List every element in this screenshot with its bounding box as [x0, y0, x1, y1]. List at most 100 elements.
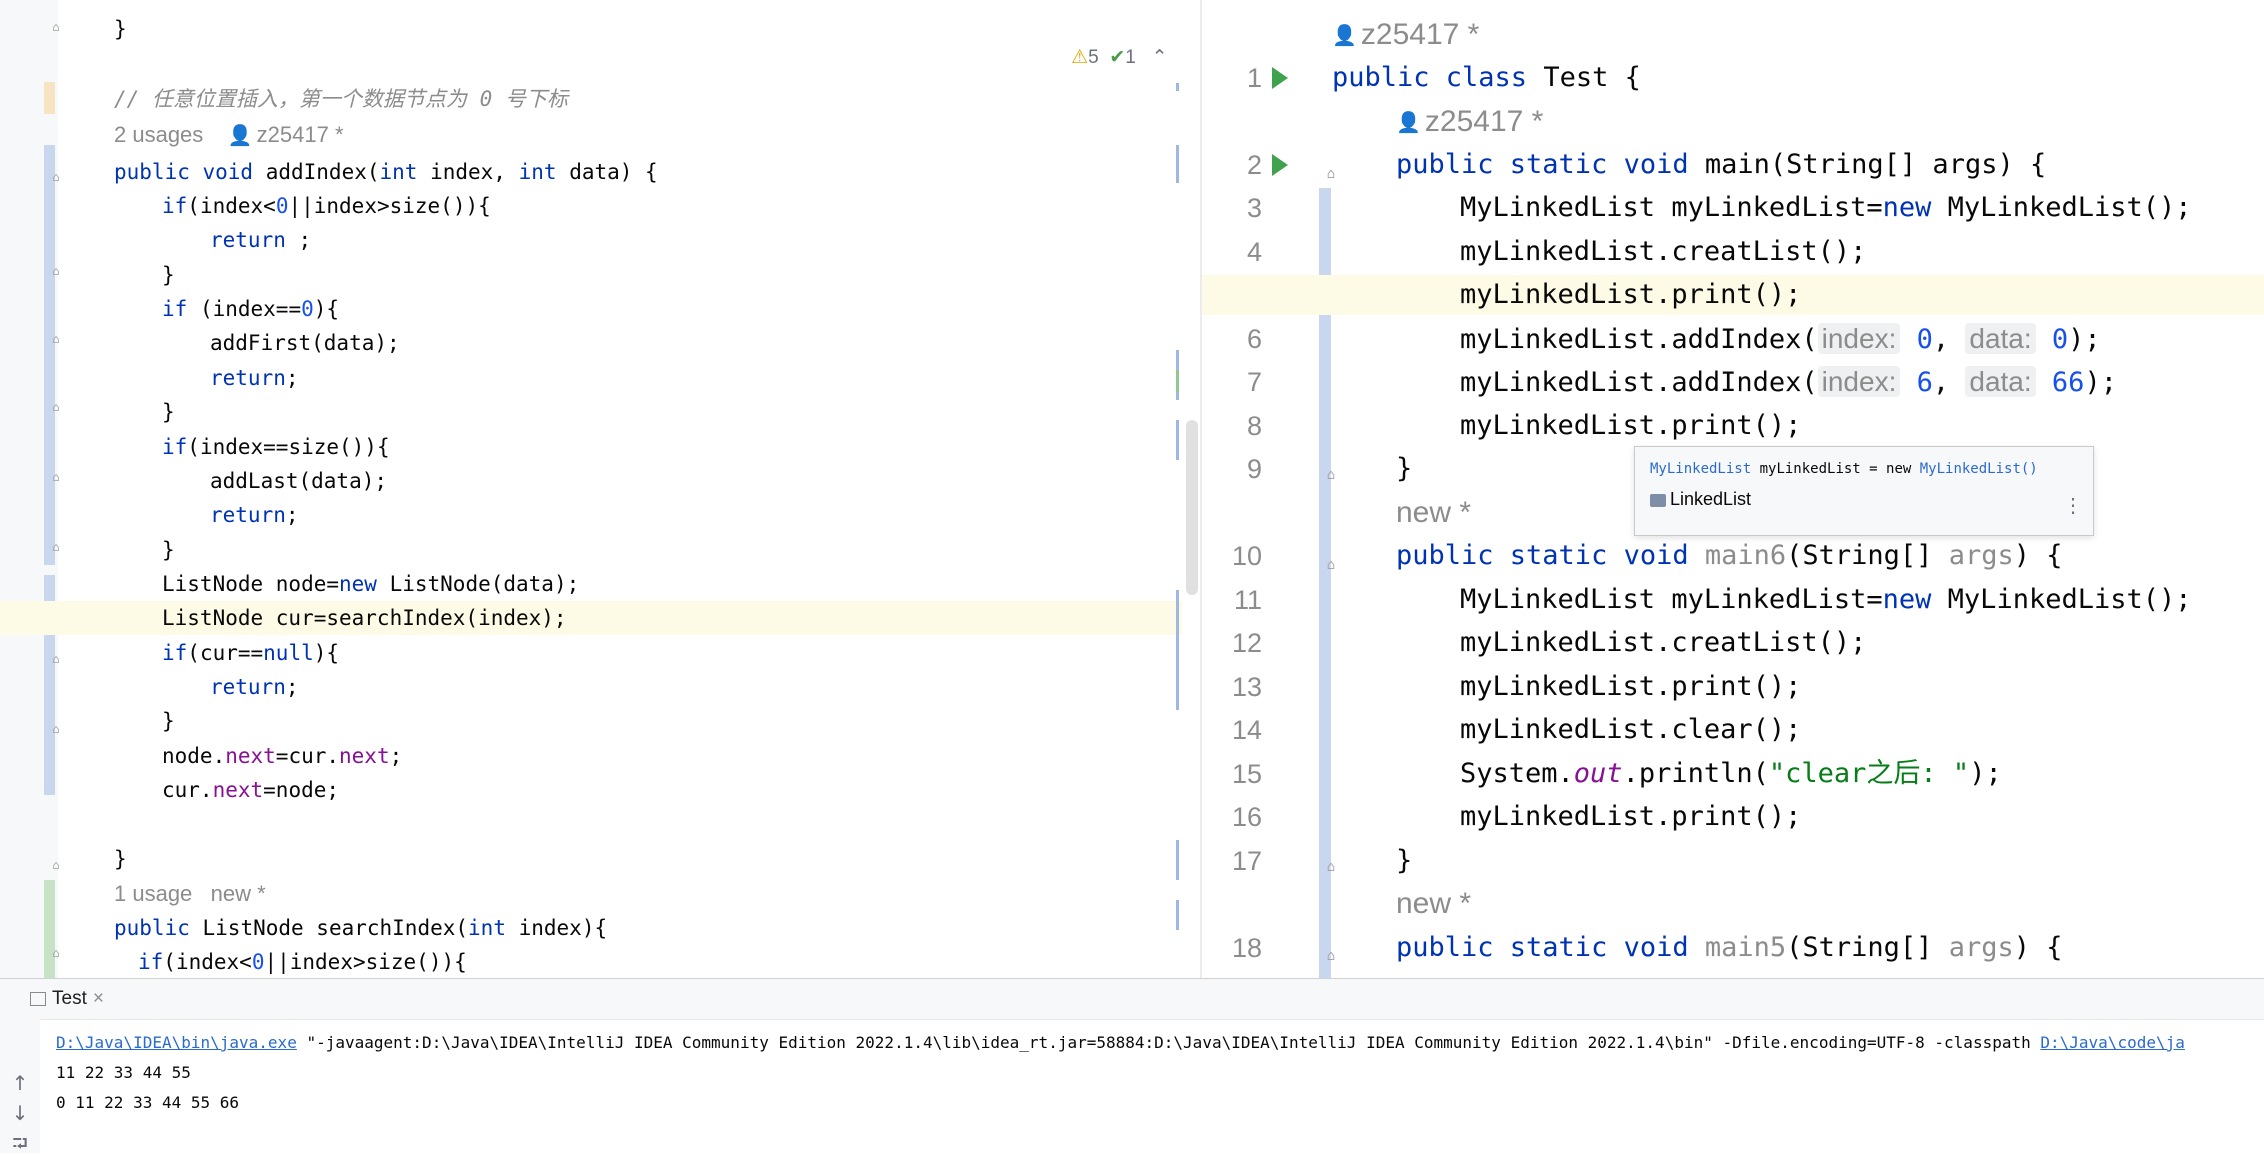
- fold-icon[interactable]: ⌂: [1322, 858, 1340, 876]
- code-token[interactable]: myLinkedList.print();: [1460, 410, 1801, 441]
- code-token[interactable]: int: [519, 160, 570, 184]
- code-token[interactable]: }: [1396, 453, 1412, 484]
- code-line[interactable]: myLinkedList.clear();: [1332, 710, 2264, 750]
- code-token[interactable]: args: [1949, 932, 2014, 963]
- usages-hint[interactable]: 2 usages: [114, 122, 228, 147]
- code-token[interactable]: myLinkedList.creatList();: [1460, 627, 1866, 658]
- code-line[interactable]: public class Test {: [1332, 58, 2264, 98]
- code-token[interactable]: main6: [1705, 540, 1786, 571]
- line-number[interactable]: 11: [1202, 580, 1262, 620]
- soft-wrap-icon[interactable]: ⮒: [8, 1131, 32, 1155]
- code-vision-hint[interactable]: new *: [1396, 884, 1471, 924]
- code-token[interactable]: return: [210, 675, 286, 699]
- code-token[interactable]: ,: [1933, 324, 1966, 355]
- code-line[interactable]: addFirst(data);: [0, 326, 1182, 360]
- code-token[interactable]: ){: [314, 641, 339, 665]
- code-line[interactable]: if(cur==null){: [0, 636, 1182, 670]
- code-token[interactable]: addLast(data);: [210, 469, 387, 493]
- line-number[interactable]: 12: [1202, 623, 1262, 663]
- run-tool-window[interactable]: Test × ↑ ↓ ⮒ D:\Java\IDEA\bin\java.exe "-…: [0, 978, 2264, 1155]
- author-hint[interactable]: new *: [1396, 887, 1471, 920]
- line-number[interactable]: 16: [1202, 797, 1262, 837]
- code-token[interactable]: index){: [519, 916, 608, 940]
- code-token[interactable]: Test {: [1543, 62, 1641, 93]
- code-token[interactable]: ;: [286, 503, 299, 527]
- fold-icon[interactable]: ⌂: [49, 652, 63, 666]
- code-line[interactable]: public static void main(String[] args) {: [1332, 145, 2264, 185]
- code-token[interactable]: myLinkedList.print();: [1460, 671, 1801, 702]
- code-line[interactable]: if(index<0||index>size()){: [0, 189, 1182, 223]
- code-line[interactable]: myLinkedList.print();: [1332, 667, 2264, 707]
- code-line[interactable]: }: [0, 704, 1182, 738]
- code-token[interactable]: .println(: [1623, 758, 1769, 789]
- code-line[interactable]: MyLinkedList myLinkedList=new MyLinkedLi…: [1332, 188, 2264, 228]
- code-token[interactable]: }: [162, 538, 175, 562]
- code-line[interactable]: }: [0, 258, 1182, 292]
- code-line[interactable]: if(index==size()){: [0, 430, 1182, 464]
- code-line[interactable]: System.out.println("clear之后: ");: [1332, 754, 2264, 794]
- code-token[interactable]: int: [380, 160, 431, 184]
- code-token[interactable]: out: [1574, 758, 1623, 789]
- code-token[interactable]: public: [114, 916, 203, 940]
- fold-icon[interactable]: ⌂: [49, 332, 63, 346]
- code-token[interactable]: ;: [286, 366, 299, 390]
- code-token[interactable]: if: [162, 194, 187, 218]
- line-number[interactable]: 1: [1202, 58, 1262, 98]
- code-token[interactable]: 0: [276, 194, 289, 218]
- warning-count[interactable]: 5: [1088, 47, 1099, 68]
- code-token[interactable]: next: [213, 778, 264, 802]
- code-line[interactable]: }: [0, 12, 1182, 46]
- fold-icon[interactable]: ⌂: [49, 858, 63, 872]
- code-line[interactable]: return;: [0, 498, 1182, 532]
- code-token[interactable]: 0: [1900, 324, 1933, 355]
- classpath-link[interactable]: D:\Java\code\ja: [2040, 1033, 2185, 1052]
- code-vision-hint[interactable]: 2 usages 👤 z25417 *: [114, 118, 344, 152]
- code-token[interactable]: (String[]: [1786, 932, 1949, 963]
- code-token[interactable]: node.: [162, 744, 225, 768]
- code-vision-hint[interactable]: 1 usage new *: [114, 877, 266, 911]
- code-line[interactable]: public ListNode searchIndex(int index){: [0, 911, 1182, 945]
- code-line[interactable]: }: [0, 533, 1182, 567]
- code-line[interactable]: myLinkedList.print();: [1202, 275, 2264, 315]
- fold-icon[interactable]: ⌂: [49, 264, 63, 278]
- code-line[interactable]: public static void main6(String[] args) …: [1332, 536, 2264, 576]
- line-number[interactable]: 2: [1202, 145, 1262, 185]
- code-token[interactable]: // 任意位置插入，第一个数据节点为 0 号下标: [114, 87, 568, 111]
- code-token[interactable]: ;: [286, 675, 299, 699]
- code-token[interactable]: data) {: [569, 160, 658, 184]
- code-token[interactable]: 0: [301, 297, 314, 321]
- code-token[interactable]: MyLinkedList();: [1948, 584, 2192, 615]
- code-line[interactable]: myLinkedList.addIndex(index: 6, data: 66…: [1332, 362, 2264, 402]
- code-token[interactable]: if: [138, 950, 163, 974]
- code-line[interactable]: if(index<0||index>size()){: [0, 945, 1182, 978]
- fold-icon[interactable]: ⌂: [1322, 165, 1340, 183]
- code-token[interactable]: public static void: [1396, 540, 1705, 571]
- code-token[interactable]: myLinkedList.print();: [1460, 279, 1801, 310]
- close-icon[interactable]: ×: [93, 988, 104, 1009]
- code-line[interactable]: if (index==0){: [0, 292, 1182, 326]
- fold-icon[interactable]: ⌂: [49, 470, 63, 484]
- line-number[interactable]: 3: [1202, 188, 1262, 228]
- error-stripe-marker[interactable]: [1176, 145, 1179, 183]
- code-vision-hint[interactable]: new *: [1396, 493, 1471, 533]
- code-token[interactable]: }: [114, 17, 127, 41]
- code-token[interactable]: (index==: [200, 297, 301, 321]
- code-token[interactable]: public static void: [1396, 149, 1705, 180]
- inspection-widget[interactable]: ⚠5 ✔1 ⌃ ⌄: [1050, 16, 1194, 68]
- code-vision-hint[interactable]: 👤 z25417 *: [1332, 15, 1479, 55]
- code-line[interactable]: public static void main5(String[] args) …: [1332, 928, 2264, 968]
- code-token[interactable]: }: [162, 709, 175, 733]
- code-token[interactable]: main(String[] args) {: [1705, 149, 2046, 180]
- code-line[interactable]: myLinkedList.print();: [1332, 797, 2264, 837]
- code-token[interactable]: );: [2068, 324, 2101, 355]
- code-token[interactable]: ;: [299, 228, 312, 252]
- code-line[interactable]: node.next=cur.next;: [0, 739, 1182, 773]
- fold-icon[interactable]: ⌂: [49, 170, 63, 184]
- fold-icon[interactable]: ⌂: [49, 722, 63, 736]
- code-line[interactable]: }: [0, 395, 1182, 429]
- error-stripe-marker[interactable]: [1176, 590, 1179, 710]
- previous-highlight-icon[interactable]: ⌃: [1152, 47, 1168, 68]
- code-token[interactable]: addIndex(: [266, 160, 380, 184]
- code-token[interactable]: =cur.: [276, 744, 339, 768]
- code-token[interactable]: int: [468, 916, 519, 940]
